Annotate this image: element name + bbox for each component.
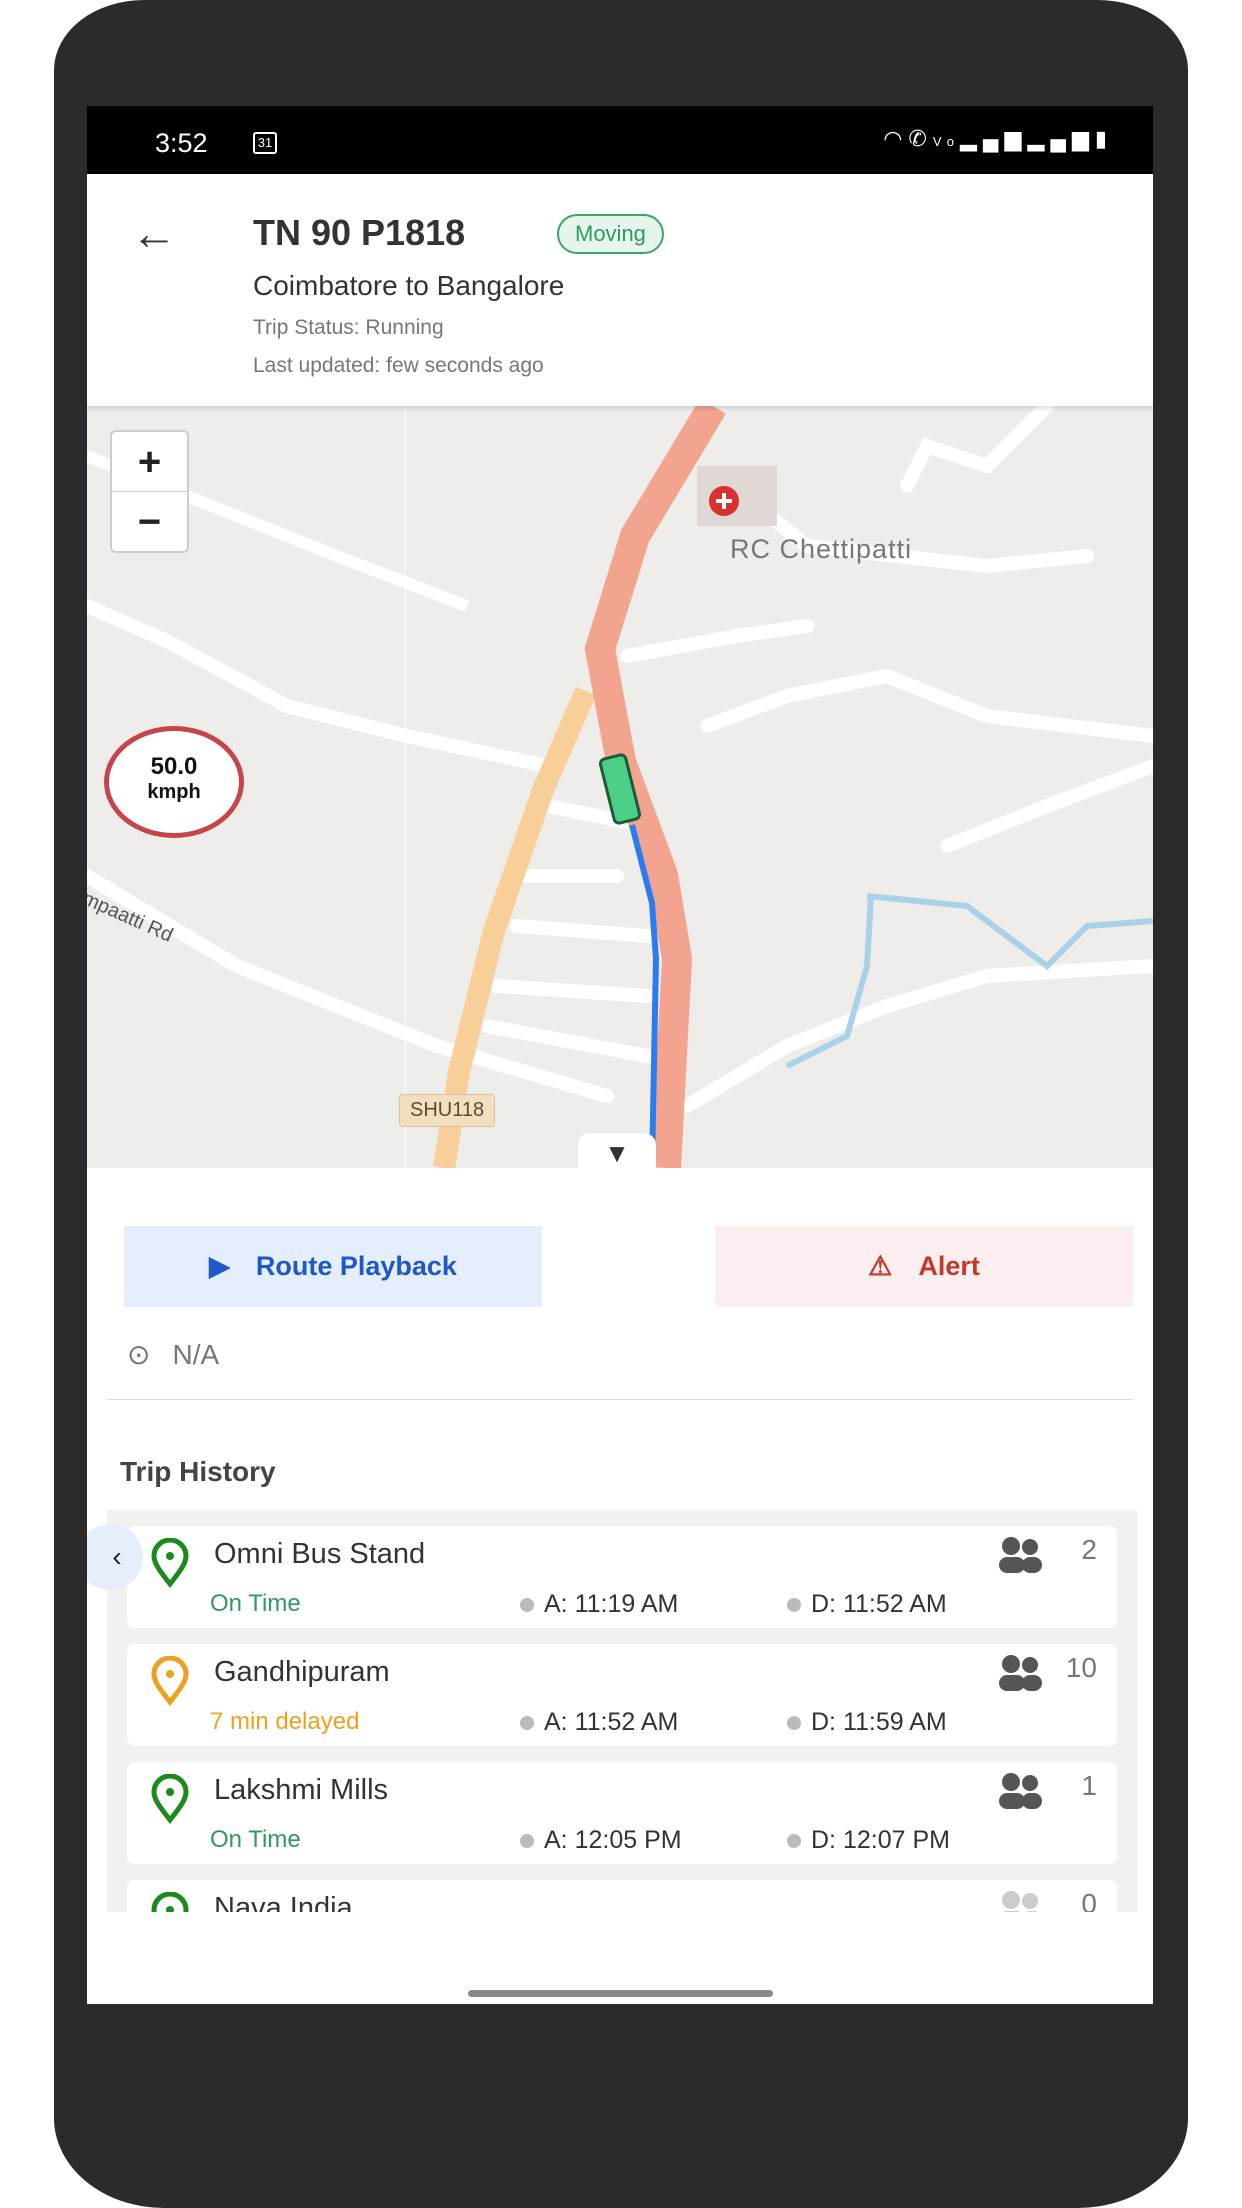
- passenger-count: 2: [1081, 1534, 1097, 1565]
- stop-status: 7 min delayed: [210, 1708, 360, 1735]
- highway-shield: SHU118: [399, 1094, 496, 1127]
- speed-value: 50.0: [150, 753, 198, 780]
- departure-text: D: 12:07 PM: [811, 1826, 950, 1854]
- location-pin-icon: ⊙: [127, 1339, 151, 1370]
- alert-button[interactable]: ⚠ Alert: [715, 1226, 1133, 1307]
- passenger-count: 10: [1065, 1652, 1097, 1683]
- stop-card[interactable]: Nava India 0: [127, 1880, 1117, 1912]
- map-pin-icon: [149, 1537, 191, 1593]
- current-location: ⊙ N/A: [127, 1338, 219, 1371]
- stop-card[interactable]: Omni Bus Stand On Time A: 11:19 AM D: 11…: [127, 1526, 1117, 1628]
- status-badge: Moving: [557, 214, 664, 254]
- departure-time: D: 11:52 AM: [787, 1590, 947, 1619]
- triangle-down-icon: ▼: [604, 1138, 630, 1168]
- trip-status: Trip Status: Running: [253, 316, 444, 339]
- departure-time: D: 12:07 PM: [787, 1826, 950, 1855]
- stop-name: Nava India: [214, 1892, 353, 1912]
- play-icon: ▶: [209, 1251, 230, 1281]
- zoom-control: + −: [110, 430, 189, 553]
- route-playback-button[interactable]: ▶ Route Playback: [124, 1226, 542, 1307]
- zoom-out-button[interactable]: −: [112, 492, 187, 552]
- status-bar: 3:52 31 ◠✆Vo▂▄▆▂▄▆▮: [87, 106, 1153, 174]
- stop-name: Lakshmi Mills: [214, 1774, 389, 1806]
- passengers-icon: [997, 1772, 1045, 1815]
- location-text: N/A: [172, 1338, 220, 1370]
- signal-icon: ▂▄▆: [960, 126, 1028, 151]
- stop-name: Omni Bus Stand: [214, 1538, 426, 1570]
- map-pin-icon: [149, 1773, 191, 1829]
- zoom-in-button[interactable]: +: [112, 432, 187, 492]
- stop-card[interactable]: Gandhipuram 7 min delayed A: 11:52 AM D:…: [127, 1644, 1117, 1746]
- calendar-icon: 31: [253, 132, 277, 154]
- status-time: 3:52: [155, 128, 208, 158]
- arrival-text: A: 11:52 AM: [544, 1708, 679, 1736]
- chevron-left-icon: ‹: [112, 1541, 122, 1572]
- dot-icon: [787, 1834, 801, 1849]
- place-label: RC Chettipatti: [730, 534, 913, 564]
- route-playback-label: Route Playback: [255, 1251, 457, 1281]
- speed-indicator: 50.0 kmph: [104, 726, 244, 838]
- passenger-count: 1: [1081, 1770, 1097, 1801]
- passengers-icon: [997, 1654, 1045, 1697]
- app-screen: 3:52 31 ◠✆Vo▂▄▆▂▄▆▮ ← TN 90 P1818 Moving…: [87, 106, 1153, 2004]
- trip-history-title: Trip History: [120, 1456, 276, 1487]
- expand-map-button[interactable]: ▼: [578, 1133, 656, 1173]
- volte-icon: Vo: [932, 134, 961, 149]
- arrival-text: A: 11:19 AM: [544, 1590, 679, 1618]
- dot-icon: [520, 1716, 534, 1731]
- departure-text: D: 11:52 AM: [811, 1590, 947, 1618]
- departure-text: D: 11:59 AM: [811, 1708, 947, 1736]
- departure-time: D: 11:59 AM: [787, 1708, 947, 1737]
- last-updated: Last updated: few seconds ago: [253, 354, 544, 377]
- status-icons: ◠✆Vo▂▄▆▂▄▆▮: [883, 126, 1113, 152]
- dot-icon: [520, 1598, 534, 1613]
- map-view[interactable]: + − RC Chettipatti mpaatti Rd 50.0 kmph …: [87, 406, 1153, 1173]
- map-pin-icon: [149, 1655, 191, 1711]
- passengers-icon: [997, 1536, 1045, 1579]
- warning-icon: ⚠: [868, 1251, 893, 1281]
- battery-icon: ▮: [1094, 126, 1113, 151]
- stop-name: Gandhipuram: [214, 1656, 390, 1688]
- stop-status: On Time: [210, 1590, 301, 1617]
- divider: [107, 1399, 1133, 1400]
- back-arrow-icon[interactable]: ←: [131, 210, 177, 256]
- map-pin-icon: [149, 1891, 191, 1912]
- trip-history-list[interactable]: Omni Bus Stand On Time A: 11:19 AM D: 11…: [107, 1510, 1137, 1912]
- passengers-icon: [997, 1890, 1045, 1912]
- stop-card[interactable]: Lakshmi Mills On Time A: 12:05 PM D: 12:…: [127, 1762, 1117, 1864]
- trip-header: ← TN 90 P1818 Moving Coimbatore to Banga…: [87, 174, 1153, 406]
- arrival-time: A: 11:52 AM: [520, 1708, 678, 1737]
- arrival-text: A: 12:05 PM: [544, 1826, 682, 1854]
- signal-icon: ▂▄▆: [1027, 126, 1095, 151]
- dot-icon: [787, 1716, 801, 1731]
- dot-icon: [520, 1834, 534, 1849]
- alert-label: Alert: [918, 1251, 980, 1281]
- wifi-call-icon: ✆: [908, 126, 933, 151]
- speed-unit: kmph: [147, 781, 201, 803]
- vehicle-number: TN 90 P1818: [253, 212, 466, 253]
- map-canvas: [87, 406, 1153, 1168]
- dot-icon: [787, 1598, 801, 1613]
- stop-status: On Time: [210, 1826, 301, 1853]
- passenger-count: 0: [1081, 1888, 1097, 1912]
- wifi-icon: ◠: [883, 126, 909, 151]
- home-indicator[interactable]: [468, 1990, 773, 1997]
- arrival-time: A: 12:05 PM: [520, 1826, 682, 1855]
- arrival-time: A: 11:19 AM: [520, 1590, 678, 1619]
- route-name: Coimbatore to Bangalore: [253, 270, 565, 301]
